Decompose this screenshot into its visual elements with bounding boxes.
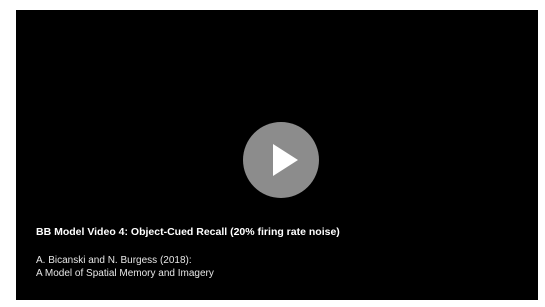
play-icon xyxy=(273,144,298,176)
video-player[interactable]: BB Model Video 4: Object-Cued Recall (20… xyxy=(16,10,538,300)
video-credit-authors: A. Bicanski and N. Burgess (2018): xyxy=(36,255,192,266)
play-button[interactable] xyxy=(243,122,319,198)
video-title: BB Model Video 4: Object-Cued Recall (20… xyxy=(36,226,340,238)
video-credit-paper: A Model of Spatial Memory and Imagery xyxy=(36,268,214,279)
